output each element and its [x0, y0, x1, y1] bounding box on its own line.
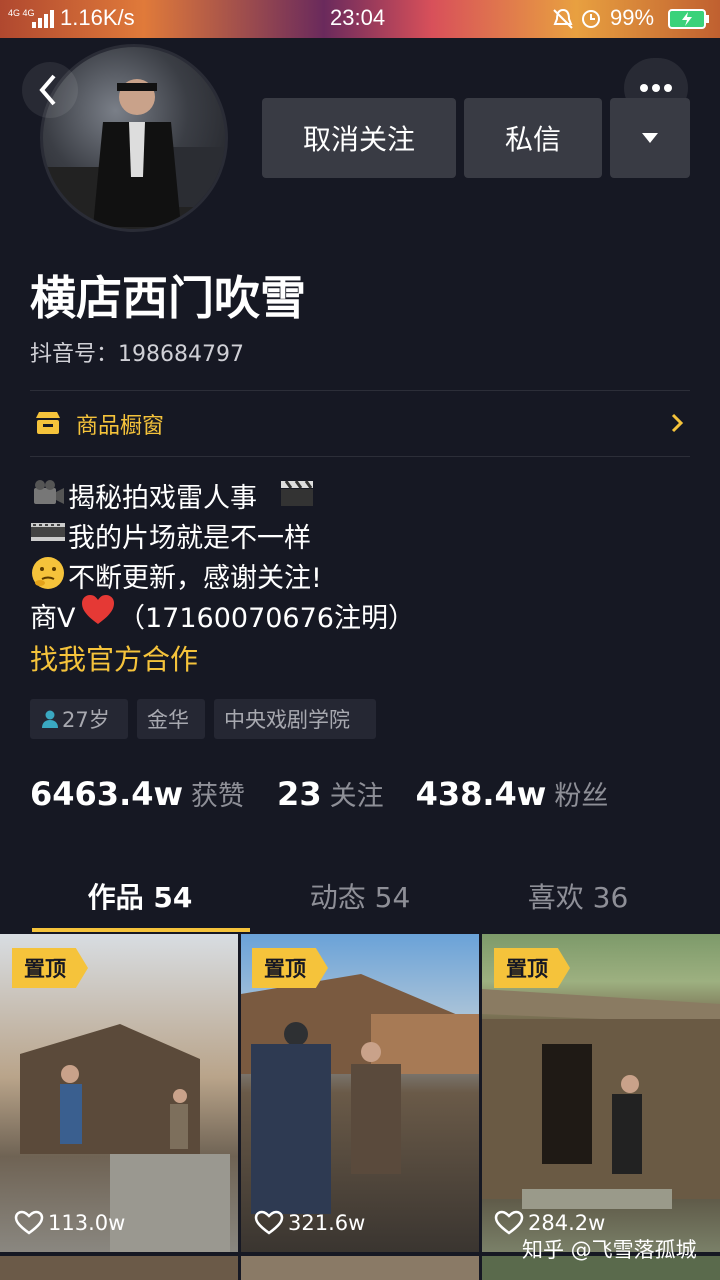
- video-likes: 284.2w: [494, 1210, 605, 1236]
- clapperboard-icon: [278, 478, 316, 512]
- video-thumbnail[interactable]: [241, 1256, 479, 1280]
- stats-row: 6463.4w 获赞 23 关注 438.4w 粉丝: [30, 774, 640, 813]
- unfollow-button[interactable]: 取消关注: [262, 98, 456, 178]
- following-label[interactable]: 关注: [330, 774, 384, 813]
- tag-school: 中央戏剧学院: [214, 699, 376, 739]
- bio-line-3: 不断更新，感谢关注!: [68, 563, 322, 594]
- followers-label[interactable]: 粉丝: [554, 774, 608, 813]
- business-link[interactable]: 找我官方合作: [30, 638, 198, 678]
- tag-location: 金华: [137, 699, 205, 739]
- signal-icon: 4G 4G: [8, 6, 54, 30]
- dropdown-button[interactable]: [610, 98, 690, 178]
- clock: 23:04: [330, 5, 386, 30]
- shop-window-label: 商品橱窗: [76, 414, 165, 439]
- chevron-right-icon: [670, 412, 684, 438]
- pinned-badge: 置顶: [494, 948, 570, 988]
- triangle-down-icon: [642, 133, 658, 143]
- following-count[interactable]: 23: [277, 775, 322, 813]
- video-likes-count: 321.6w: [288, 1211, 366, 1235]
- svg-text:4G 4G: 4G 4G: [8, 8, 35, 18]
- camera-icon: [30, 478, 66, 512]
- video-likes: 113.0w: [14, 1210, 125, 1236]
- shop-icon: [34, 410, 62, 440]
- divider: [30, 456, 690, 457]
- tag-age: 27岁: [30, 699, 128, 739]
- film-strip-icon: [30, 520, 66, 548]
- tab-works[interactable]: 作品 54: [20, 876, 260, 916]
- heart-outline-icon: [14, 1210, 44, 1235]
- person-icon: [42, 710, 58, 728]
- video-likes: 321.6w: [254, 1210, 365, 1236]
- network-speed: 1.16K/s: [60, 5, 135, 30]
- message-button[interactable]: 私信: [464, 98, 602, 178]
- battery-percent: 99%: [610, 5, 655, 30]
- video-likes-count: 113.0w: [48, 1211, 126, 1235]
- bio-line-4: 商V: [30, 603, 76, 634]
- heart-outline-icon: [494, 1210, 524, 1235]
- tab-posts[interactable]: 动态 54: [240, 876, 480, 916]
- thinking-face-icon: [30, 555, 66, 595]
- heart-outline-icon: [254, 1210, 284, 1235]
- video-thumbnail[interactable]: [0, 1256, 238, 1280]
- douyin-id: 抖音号：198684797: [30, 342, 244, 367]
- mute-icon: [552, 8, 574, 34]
- tab-indicator: [32, 928, 250, 932]
- followers-count[interactable]: 438.4w: [416, 775, 547, 813]
- back-button[interactable]: [22, 62, 78, 118]
- tag-age-label: 27岁: [62, 708, 110, 732]
- profile-name: 横店西门吹雪: [30, 271, 306, 325]
- battery-icon: [668, 9, 710, 33]
- likes-count: 6463.4w: [30, 775, 184, 813]
- bio-line-1: 揭秘拍戏雷人事: [68, 483, 257, 514]
- pinned-badge: 置顶: [252, 948, 328, 988]
- red-heart-icon: [80, 593, 116, 631]
- video-likes-count: 284.2w: [528, 1211, 606, 1235]
- bio-line-2: 我的片场就是不一样: [68, 523, 311, 554]
- pinned-badge: 置顶: [12, 948, 88, 988]
- watermark: 知乎 @飞雪落孤城: [522, 1238, 697, 1262]
- tab-likes[interactable]: 喜欢 36: [458, 876, 698, 916]
- bio-line-5: （17160070676注明）: [118, 603, 415, 634]
- divider: [30, 390, 690, 391]
- chevron-left-icon: [39, 74, 56, 106]
- alarm-icon: [580, 7, 602, 33]
- likes-label: 获赞: [191, 781, 246, 812]
